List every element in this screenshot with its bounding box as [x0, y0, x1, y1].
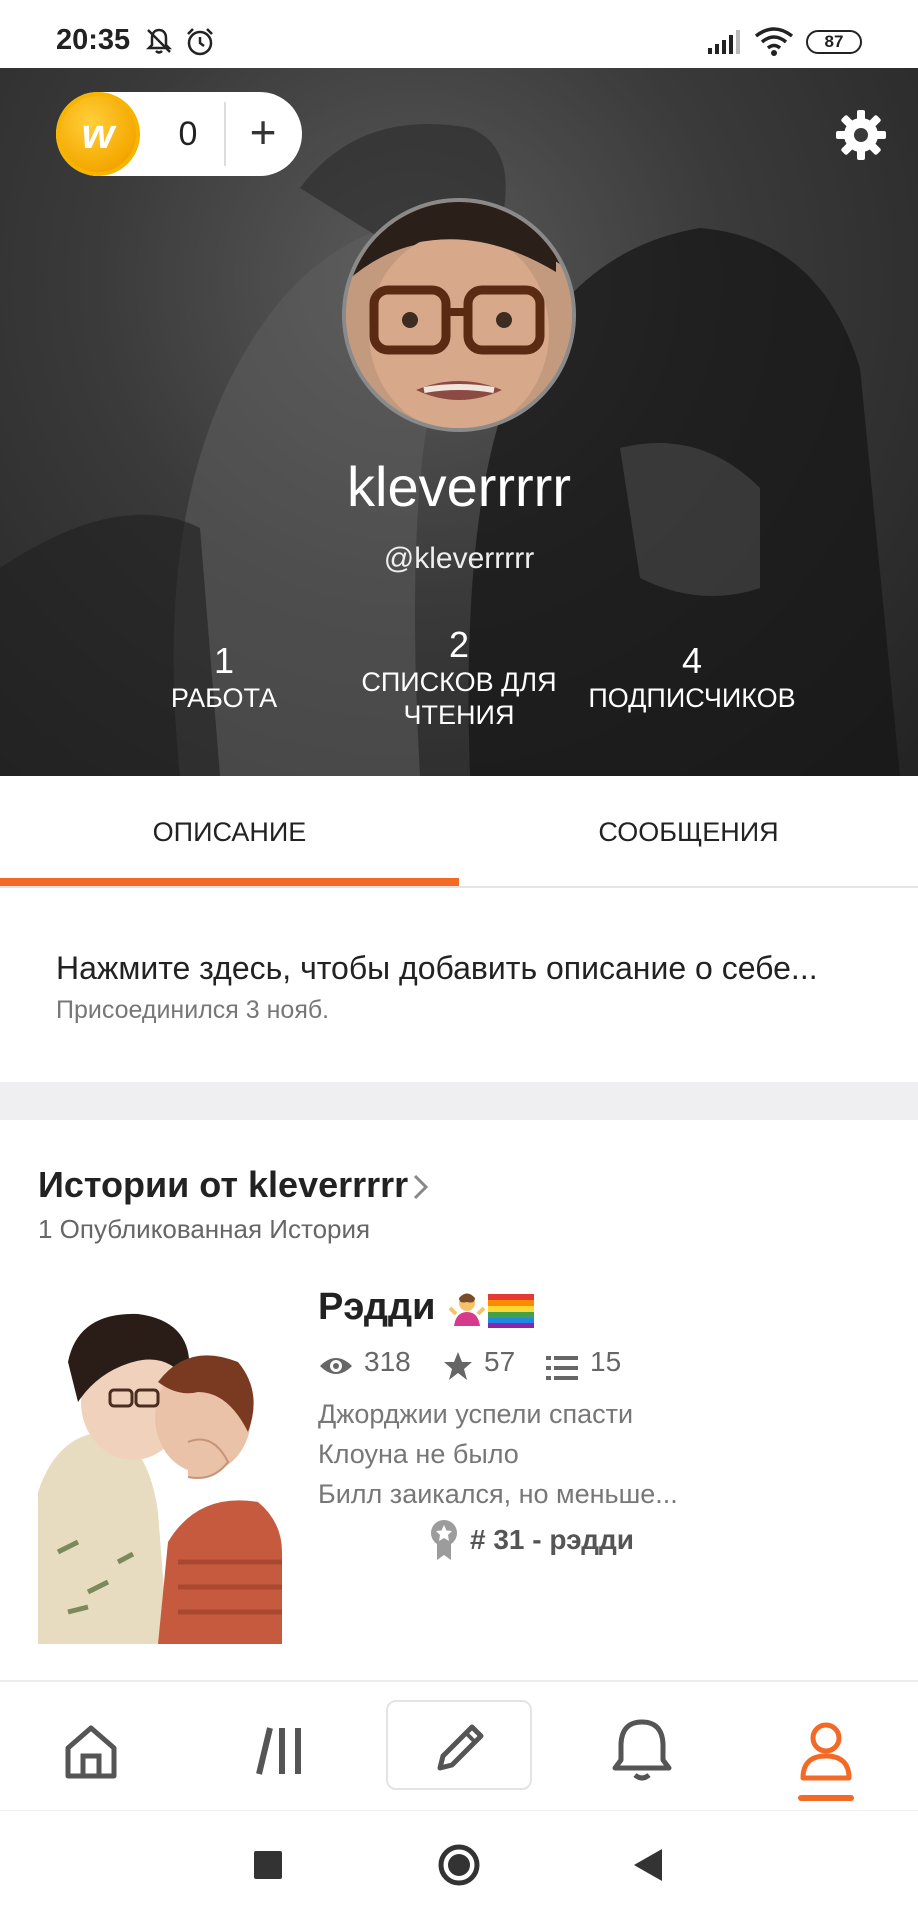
section-divider	[0, 1082, 918, 1120]
home-circle-icon[interactable]	[409, 1811, 509, 1920]
recent-apps-icon[interactable]	[218, 1811, 318, 1920]
story-parts: 15	[590, 1346, 622, 1377]
buy-coins-button[interactable]: +	[228, 92, 298, 176]
stat-value: 1	[213, 640, 235, 681]
wattpad-coin-icon: w	[56, 92, 140, 176]
avatar[interactable]	[342, 198, 576, 432]
ranking-badge-icon	[431, 1520, 457, 1560]
stat-label: РАБОТА	[170, 683, 278, 713]
stat-label: ЧТЕНИЯ	[403, 700, 515, 730]
profile-header: w 0 + kleverrrrr @kleverrrrr 1 РАБОТА 2 …	[0, 68, 918, 776]
back-icon[interactable]	[598, 1811, 698, 1920]
wifi-icon	[754, 27, 794, 56]
published-stories-count: 1 Опубликованная История	[38, 1214, 371, 1244]
tab-about[interactable]: ОПИСАНИЕ	[0, 776, 459, 888]
add-description-prompt[interactable]: Нажмите здесь, чтобы добавить описание о…	[56, 950, 876, 987]
story-cover[interactable]	[38, 1292, 282, 1644]
person-shrugging-emoji	[448, 1293, 486, 1326]
display-name: kleverrrrr	[347, 455, 571, 518]
bottom-navigation	[0, 1680, 918, 1808]
story-description-line: Клоуна не было	[318, 1439, 519, 1469]
stat-value: 4	[681, 640, 703, 681]
story-description-line: Билл заикался, но меньше...	[318, 1479, 678, 1509]
system-navigation-bar	[0, 1810, 918, 1920]
alarm-icon	[187, 28, 213, 56]
chevron-right-icon[interactable]	[410, 1170, 432, 1204]
bell-icon[interactable]	[567, 1682, 717, 1810]
active-nav-indicator	[798, 1795, 854, 1801]
stat-label: СПИСКОВ ДЛЯ	[361, 667, 557, 697]
rainbow-flag-emoji	[488, 1294, 534, 1328]
story-reads: 318	[364, 1346, 411, 1377]
username: @kleverrrrr	[383, 542, 535, 575]
story-description-line: Джорджии успели спасти	[318, 1399, 634, 1429]
coin-divider	[224, 102, 226, 166]
star-icon	[444, 1352, 472, 1380]
status-bar: 20:35 87	[0, 0, 918, 68]
profile-tabs: ОПИСАНИЕ СООБЩЕНИЯ	[0, 776, 918, 888]
home-icon[interactable]	[16, 1682, 166, 1810]
avatar-image	[346, 202, 572, 428]
status-time: 20:35	[56, 24, 131, 56]
story-votes: 57	[484, 1346, 516, 1377]
list-icon	[546, 1356, 578, 1380]
coin-count: 0	[178, 115, 198, 153]
story-title[interactable]: Рэдди	[318, 1286, 435, 1329]
joined-date: Присоединился 3 нояб.	[56, 996, 330, 1024]
story-cover-image	[38, 1292, 282, 1644]
tab-messages[interactable]: СООБЩЕНИЯ	[459, 776, 918, 888]
stat-followers[interactable]: 4 ПОДПИСЧИКОВ	[577, 640, 807, 715]
gear-icon[interactable]	[834, 108, 888, 162]
stat-label: ПОДПИСЧИКОВ	[588, 683, 796, 713]
stat-reading-lists[interactable]: 2 СПИСКОВ ДЛЯ ЧТЕНИЯ	[344, 624, 574, 732]
battery-icon: 87	[806, 30, 862, 54]
story-description: Джорджии успели спасти Клоуна не было Би…	[318, 1394, 678, 1514]
bell-off-icon	[145, 28, 173, 54]
signal-icon	[708, 30, 740, 54]
write-button[interactable]	[386, 1700, 532, 1790]
stories-section-title[interactable]: Истории от kleverrrrr	[38, 1164, 408, 1206]
stat-value: 2	[448, 624, 470, 665]
coin-balance-widget[interactable]: w 0 +	[56, 92, 302, 176]
pencil-icon	[437, 1724, 484, 1771]
active-tab-indicator	[0, 878, 459, 886]
library-icon[interactable]	[204, 1682, 354, 1810]
profile-icon[interactable]	[751, 1682, 901, 1810]
stat-works[interactable]: 1 РАБОТА	[109, 640, 339, 715]
story-ranking-tag[interactable]: # 31 - рэдди	[470, 1518, 634, 1562]
eye-icon	[320, 1358, 352, 1374]
